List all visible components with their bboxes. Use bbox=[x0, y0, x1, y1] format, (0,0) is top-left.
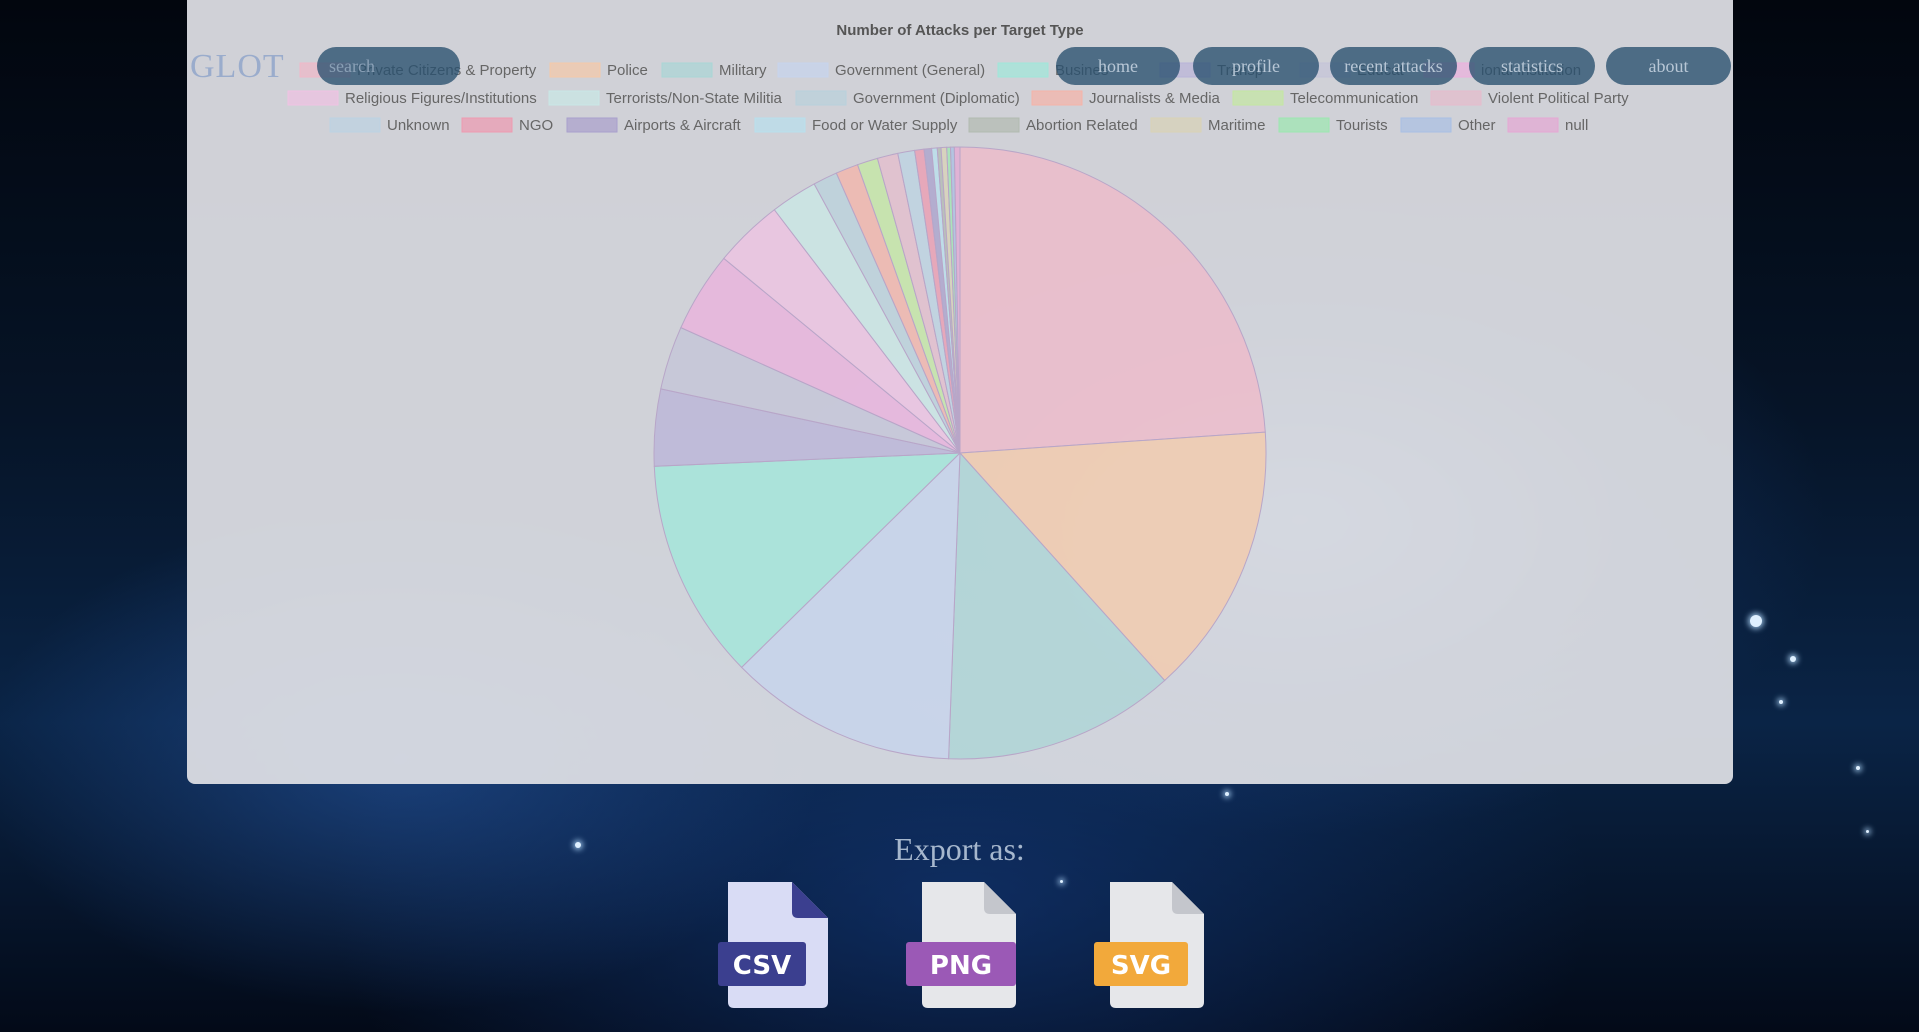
png-label: PNG bbox=[930, 951, 992, 981]
png-file-icon[interactable]: PNG bbox=[904, 882, 1024, 1008]
legend-label[interactable]: Abortion Related bbox=[1026, 117, 1138, 134]
legend-swatch[interactable] bbox=[1232, 90, 1284, 106]
legend-swatch[interactable] bbox=[1400, 117, 1452, 133]
legend-label[interactable]: Government (Diplomatic) bbox=[853, 90, 1020, 107]
legend-swatch[interactable] bbox=[795, 90, 847, 106]
nav-statistics-button[interactable]: statistics bbox=[1469, 47, 1595, 85]
legend-label[interactable]: Religious Figures/Institutions bbox=[345, 90, 537, 107]
chart-title: Number of Attacks per Target Type bbox=[836, 22, 1083, 39]
legend-label[interactable]: Maritime bbox=[1208, 117, 1266, 134]
pie-chart: Number of Attacks per Target Type Privat… bbox=[287, 22, 1629, 760]
legend-swatch[interactable] bbox=[1150, 117, 1202, 133]
legend-swatch[interactable] bbox=[287, 90, 339, 106]
legend-label[interactable]: Food or Water Supply bbox=[812, 117, 958, 134]
legend-swatch[interactable] bbox=[754, 117, 806, 133]
legend-swatch[interactable] bbox=[548, 90, 600, 106]
legend-label[interactable]: Airports & Aircraft bbox=[624, 117, 742, 134]
svg-file-icon[interactable]: SVG bbox=[1092, 882, 1212, 1008]
legend-swatch[interactable] bbox=[997, 62, 1049, 78]
search-input[interactable]: search bbox=[317, 47, 460, 85]
nav-home-button[interactable]: home bbox=[1056, 47, 1180, 85]
svg-label: SVG bbox=[1111, 951, 1171, 981]
legend-label[interactable]: Violent Political Party bbox=[1488, 90, 1629, 107]
legend-swatch[interactable] bbox=[1031, 90, 1083, 106]
legend-label[interactable]: Government (General) bbox=[835, 62, 985, 79]
legend-swatch[interactable] bbox=[549, 62, 601, 78]
nav-profile-button[interactable]: profile bbox=[1193, 47, 1319, 85]
legend-swatch[interactable] bbox=[968, 117, 1020, 133]
csv-file-icon[interactable]: CSV bbox=[716, 882, 836, 1008]
pie-slices bbox=[653, 146, 1267, 760]
legend-swatch[interactable] bbox=[329, 117, 381, 133]
star-decoration bbox=[1060, 880, 1063, 883]
nav-about-button[interactable]: about bbox=[1606, 47, 1731, 85]
legend-label[interactable]: null bbox=[1565, 117, 1588, 134]
legend-label[interactable]: Journalists & Media bbox=[1089, 90, 1221, 107]
export-title: Export as: bbox=[894, 831, 1025, 867]
pie-slice[interactable] bbox=[959, 146, 1266, 454]
legend-label[interactable]: Police bbox=[607, 62, 648, 79]
logo[interactable]: GLOT bbox=[190, 48, 285, 86]
legend-label[interactable]: Military bbox=[719, 62, 767, 79]
legend-label[interactable]: NGO bbox=[519, 117, 553, 134]
legend-label[interactable]: Telecommunication bbox=[1290, 90, 1418, 107]
legend-label[interactable]: Other bbox=[1458, 117, 1496, 134]
legend-swatch[interactable] bbox=[661, 62, 713, 78]
legend-swatch[interactable] bbox=[1430, 90, 1482, 106]
legend-label[interactable]: Terrorists/Non-State Militia bbox=[606, 90, 783, 107]
legend-label[interactable]: Tourists bbox=[1336, 117, 1388, 134]
legend-label[interactable]: Unknown bbox=[387, 117, 450, 134]
legend-swatch[interactable] bbox=[777, 62, 829, 78]
legend-swatch[interactable] bbox=[1507, 117, 1559, 133]
nav-recent-attacks-button[interactable]: recent attacks bbox=[1330, 47, 1457, 85]
csv-label: CSV bbox=[733, 951, 791, 981]
legend-swatch[interactable] bbox=[566, 117, 618, 133]
legend-swatch[interactable] bbox=[1278, 117, 1330, 133]
legend-swatch[interactable] bbox=[461, 117, 513, 133]
